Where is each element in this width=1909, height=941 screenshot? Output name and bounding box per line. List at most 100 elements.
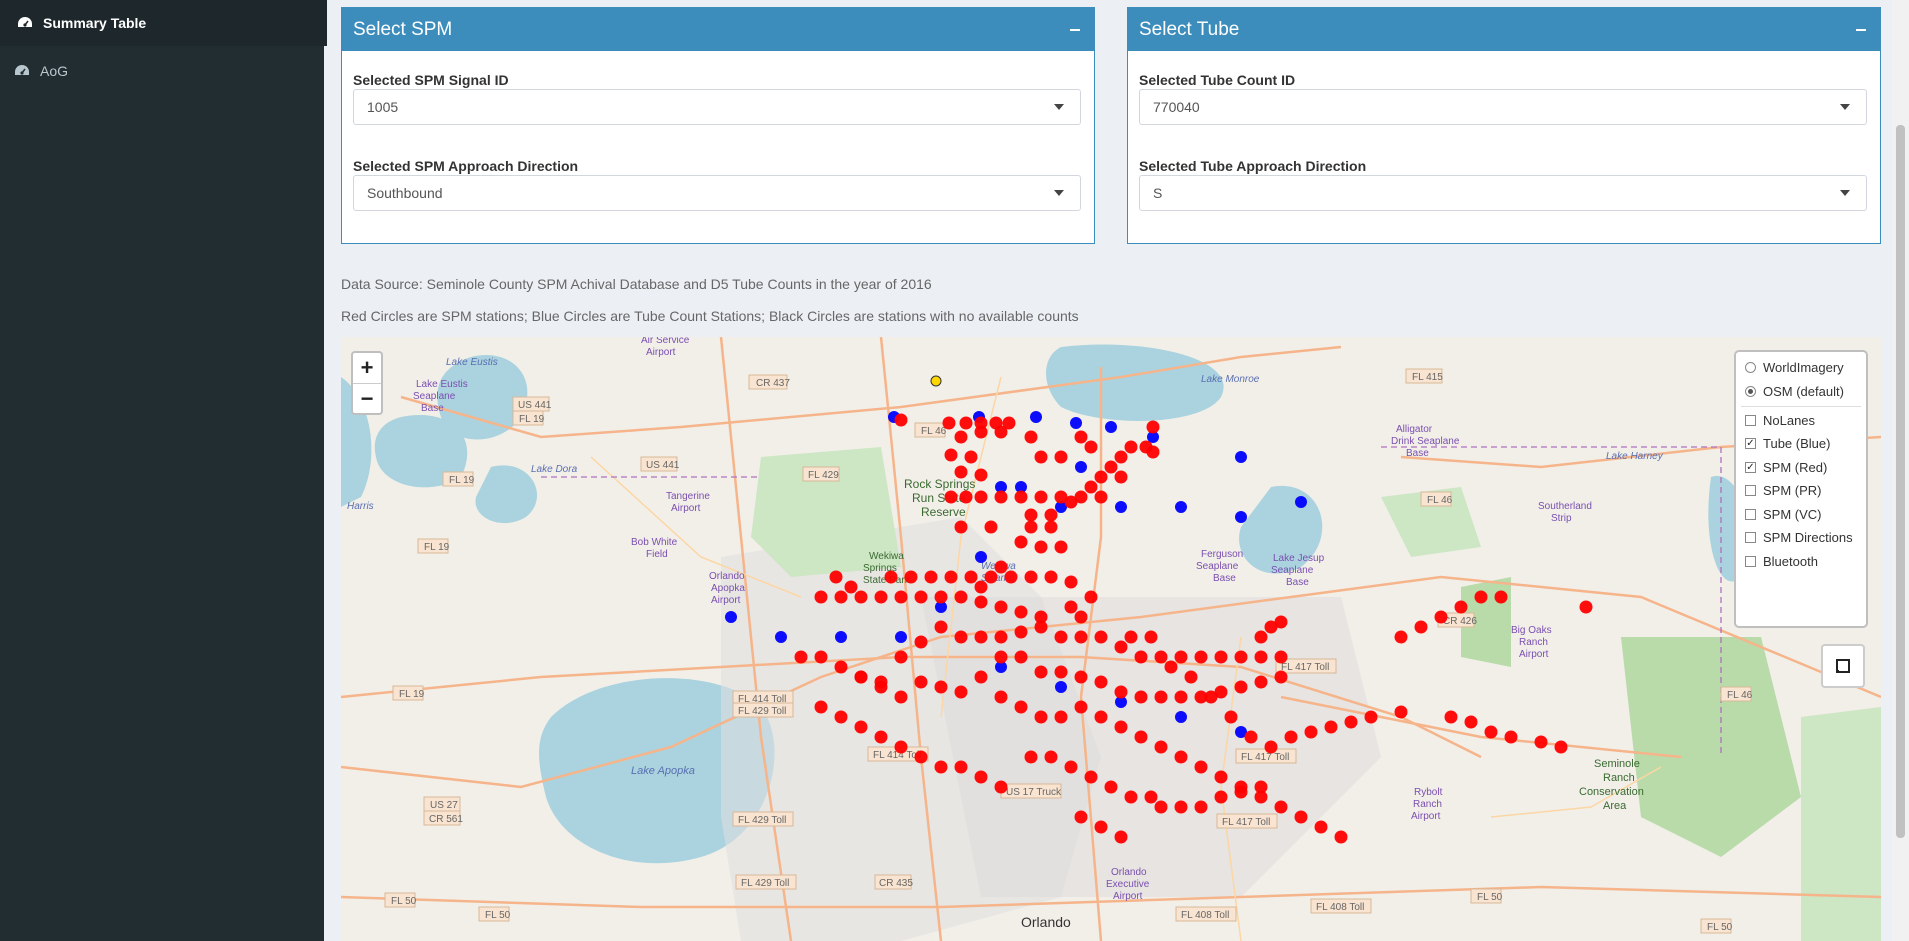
spm-station-marker[interactable] [1114,450,1128,464]
spm-station-marker[interactable] [1054,450,1068,464]
spm-station-marker[interactable] [894,590,908,604]
spm-station-marker[interactable] [1474,590,1488,604]
spm-station-marker[interactable] [1146,445,1160,459]
spm-station-marker[interactable] [1364,710,1378,724]
spm-station-marker[interactable] [1074,430,1088,444]
spm-station-marker[interactable] [854,590,868,604]
spm-station-marker[interactable] [1094,675,1108,689]
spm-station-marker[interactable] [1294,810,1308,824]
spm-station-marker[interactable] [944,448,958,462]
spm-station-marker[interactable] [1214,650,1228,664]
spm-station-marker[interactable] [1274,615,1288,629]
spm-station-marker[interactable] [974,770,988,784]
spm-station-marker[interactable] [994,600,1008,614]
spm-station-marker[interactable] [1054,710,1068,724]
spm-station-marker[interactable] [974,630,988,644]
spm-station-marker[interactable] [924,570,938,584]
spm-station-marker[interactable] [1234,680,1248,694]
spm-signal-select[interactable]: 1005 [353,89,1081,125]
spm-station-marker[interactable] [954,630,968,644]
overlay-spm-vc[interactable]: SPM (VC) [1745,507,1822,522]
spm-station-marker[interactable] [1274,670,1288,684]
spm-station-marker[interactable] [964,450,978,464]
sidebar-item-aog[interactable]: AoG [0,48,324,94]
spm-station-marker[interactable] [934,760,948,774]
spm-station-marker[interactable] [1024,430,1038,444]
overlay-spm-red[interactable]: ✓ SPM (Red) [1745,460,1827,475]
spm-station-marker[interactable] [894,740,908,754]
spm-station-marker[interactable] [814,700,828,714]
spm-station-marker[interactable] [1184,670,1198,684]
map[interactable]: Lake Eustis Lake Eustis Seaplane Base Ai… [341,337,1881,941]
spm-station-marker[interactable] [1504,730,1518,744]
tube-station-marker[interactable] [775,631,787,643]
spm-station-marker[interactable] [1094,710,1108,724]
spm-station-marker[interactable] [1334,830,1348,844]
spm-station-marker[interactable] [1014,535,1028,549]
page-scrollbar[interactable] [1892,0,1909,941]
spm-station-marker[interactable] [1254,630,1268,644]
spm-station-marker[interactable] [894,650,908,664]
spm-station-marker[interactable] [1444,710,1458,724]
tube-station-marker[interactable] [725,611,737,623]
spm-station-marker[interactable] [954,760,968,774]
spm-station-marker[interactable] [1414,620,1428,634]
spm-station-marker[interactable] [1154,740,1168,754]
spm-station-marker[interactable] [894,690,908,704]
spm-station-marker[interactable] [1024,570,1038,584]
spm-station-marker[interactable] [974,595,988,609]
spm-station-marker[interactable] [994,560,1008,574]
spm-station-marker[interactable] [1084,590,1098,604]
spm-station-marker[interactable] [942,416,956,430]
spm-station-marker[interactable] [1014,490,1028,504]
overlay-tube[interactable]: ✓ Tube (Blue) [1745,436,1830,451]
spm-station-marker[interactable] [1154,800,1168,814]
sidebar-item-summary-table[interactable]: Summary Table [0,0,327,46]
spm-station-marker[interactable] [1464,715,1478,729]
spm-station-marker[interactable] [1104,780,1118,794]
spm-station-marker[interactable] [834,660,848,674]
spm-station-marker[interactable] [1074,700,1088,714]
spm-station-marker[interactable] [914,675,928,689]
spm-station-marker[interactable] [1074,810,1088,824]
spm-station-marker[interactable] [1174,750,1188,764]
spm-station-marker[interactable] [1274,800,1288,814]
tube-direction-select[interactable]: S [1139,175,1867,211]
selected-station-marker[interactable] [930,375,942,387]
spm-station-marker[interactable] [1144,630,1158,644]
spm-station-marker[interactable] [1484,725,1498,739]
spm-station-marker[interactable] [954,430,968,444]
layer-worldimagery[interactable]: WorldImagery [1745,360,1844,375]
spm-station-marker[interactable] [1394,705,1408,719]
spm-station-marker[interactable] [1054,665,1068,679]
spm-station-marker[interactable] [1144,790,1158,804]
spm-station-marker[interactable] [1014,650,1028,664]
draw-rectangle-button[interactable] [1821,644,1865,688]
spm-station-marker[interactable] [1064,760,1078,774]
spm-station-marker[interactable] [1034,450,1048,464]
spm-station-marker[interactable] [794,650,808,664]
spm-station-marker[interactable] [994,690,1008,704]
tube-station-marker[interactable] [1055,681,1067,693]
spm-station-marker[interactable] [1254,780,1268,794]
spm-station-marker[interactable] [834,710,848,724]
spm-station-marker[interactable] [954,520,968,534]
spm-station-marker[interactable] [1194,650,1208,664]
spm-station-marker[interactable] [1224,710,1238,724]
spm-station-marker[interactable] [974,490,988,504]
spm-station-marker[interactable] [1114,640,1128,654]
spm-station-marker[interactable] [1024,750,1038,764]
spm-station-marker[interactable] [1034,490,1048,504]
spm-station-marker[interactable] [994,425,1008,439]
spm-station-marker[interactable] [1074,610,1088,624]
tube-station-marker[interactable] [1175,711,1187,723]
spm-station-marker[interactable] [994,490,1008,504]
spm-station-marker[interactable] [934,590,948,604]
spm-station-marker[interactable] [1234,785,1248,799]
spm-station-marker[interactable] [814,590,828,604]
tube-station-marker[interactable] [1235,511,1247,523]
spm-station-marker[interactable] [1034,665,1048,679]
spm-station-marker[interactable] [1064,600,1078,614]
spm-direction-select[interactable]: Southbound [353,175,1081,211]
spm-station-marker[interactable] [1194,800,1208,814]
